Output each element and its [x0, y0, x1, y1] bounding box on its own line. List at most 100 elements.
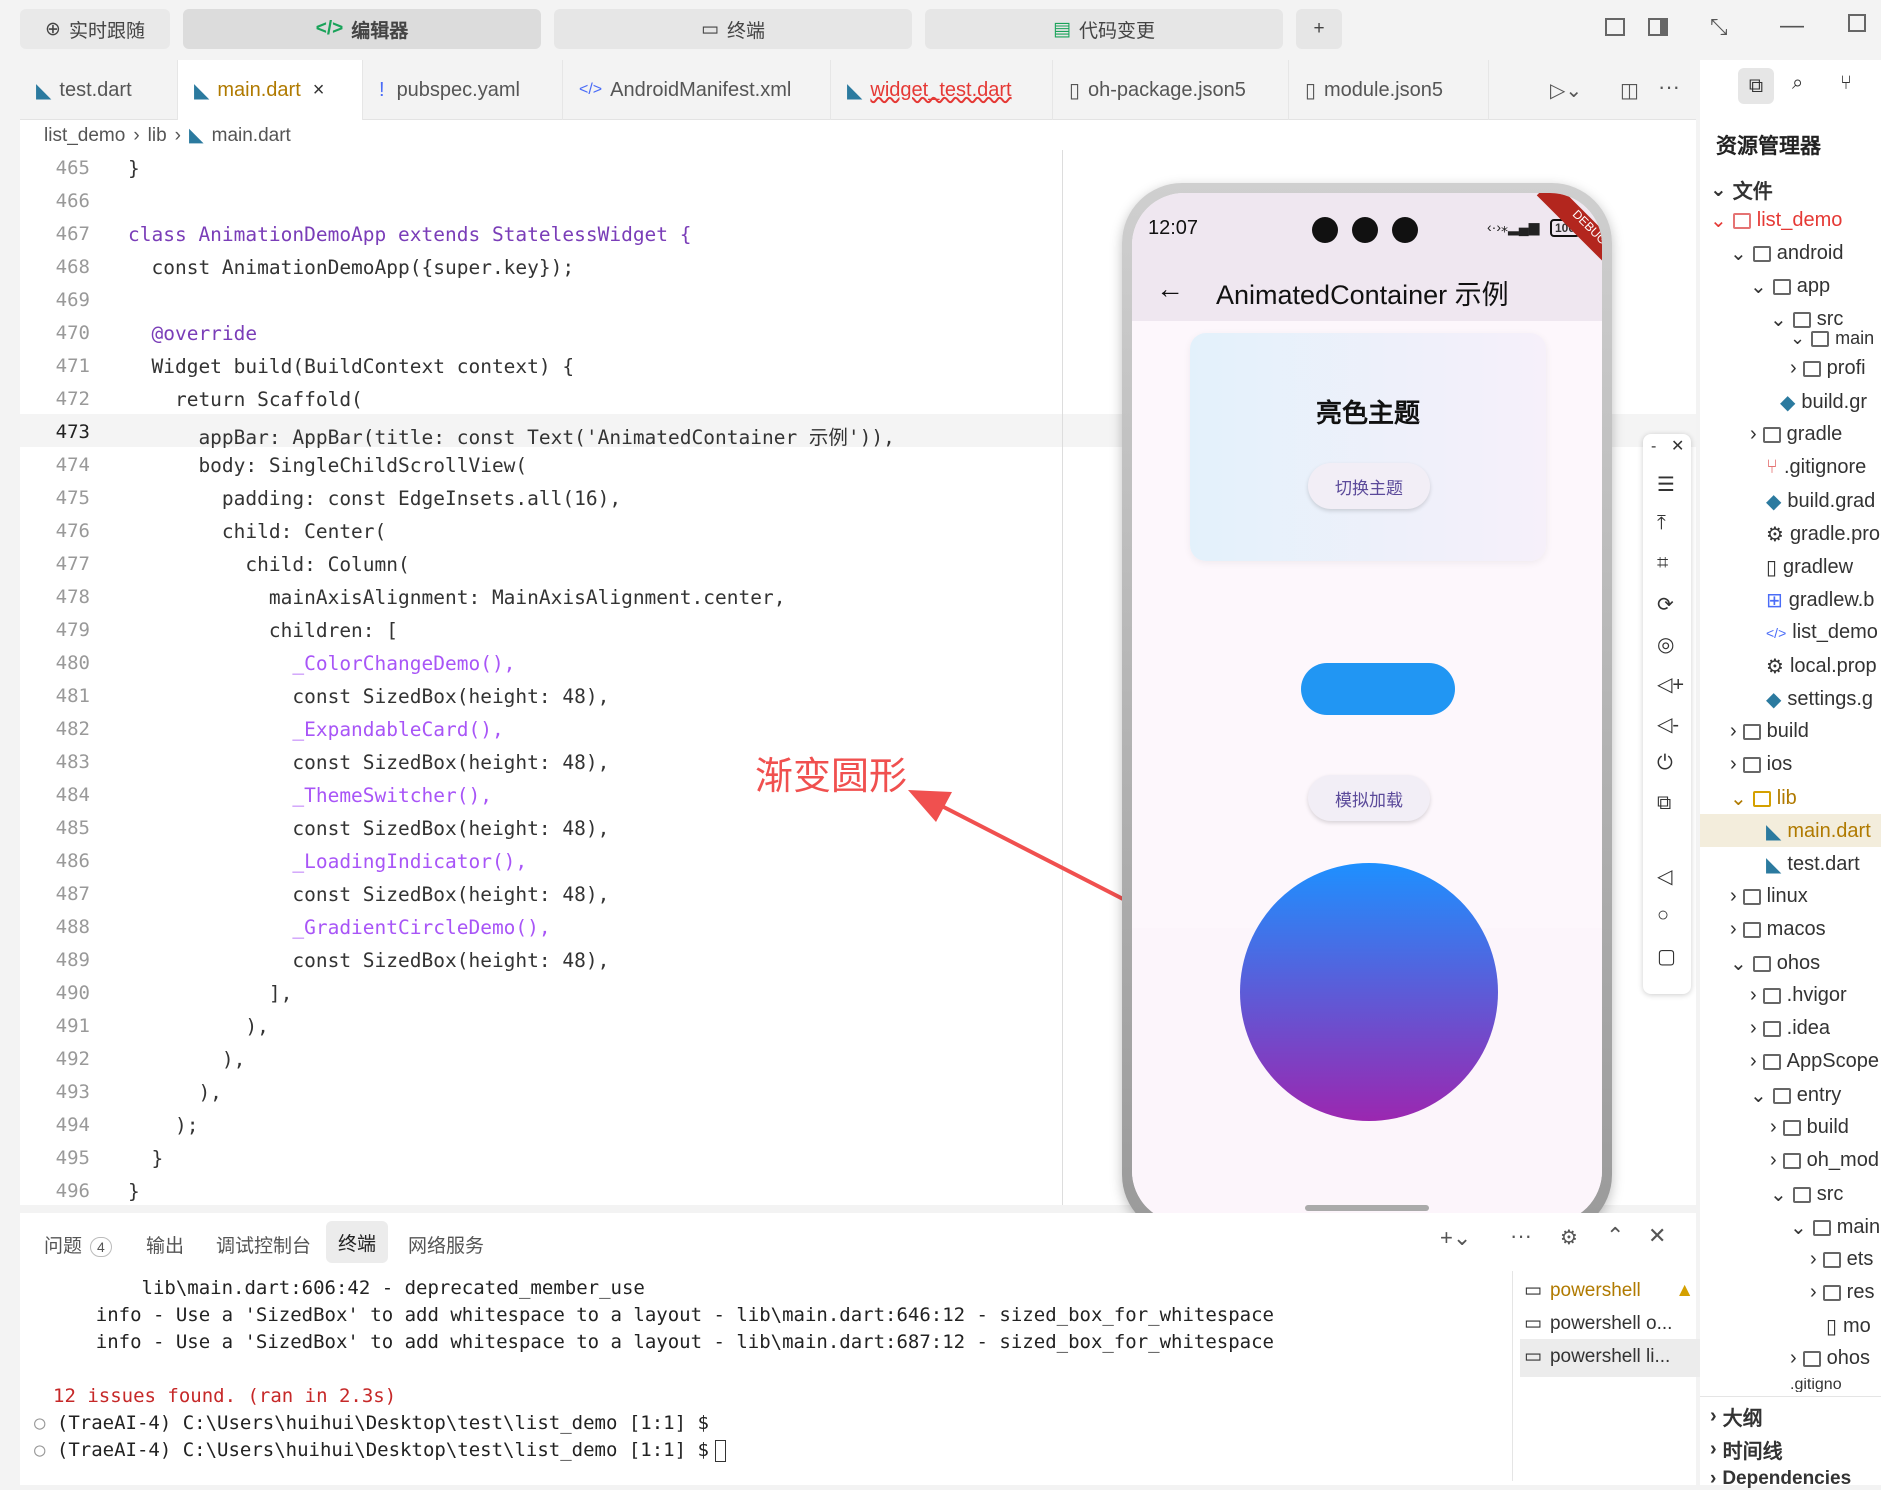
minimize-icon[interactable]: — — [1780, 12, 1804, 40]
more-icon[interactable]: ··· — [1510, 1223, 1532, 1249]
more-icon[interactable]: ··· — [1658, 74, 1680, 100]
tree-item[interactable]: › profi — [1790, 357, 1866, 380]
tree-item[interactable]: › build — [1770, 1116, 1849, 1139]
code-line: } — [128, 157, 140, 180]
tree-item[interactable]: ⌄ main — [1790, 328, 1874, 349]
tree-item[interactable]: › .idea — [1750, 1017, 1830, 1040]
tree-item[interactable]: ⌄ list_demo — [1710, 208, 1842, 233]
tab-android-manifest[interactable]: </> AndroidManifest.xml — [563, 60, 831, 120]
tab-output[interactable]: 输出 — [146, 1231, 184, 1258]
tree-item[interactable]: ◆ build.grad — [1766, 489, 1875, 514]
tab-pubspec[interactable]: ! pubspec.yaml — [363, 60, 563, 120]
close-icon[interactable]: ✕ — [1671, 436, 1684, 456]
tree-item[interactable]: › macos — [1730, 918, 1826, 941]
tree-item[interactable]: .gitigno — [1790, 1378, 1842, 1392]
switch-theme-button[interactable]: 切换主题 — [1308, 463, 1430, 509]
settings-icon[interactable]: ⚙ — [1560, 1225, 1578, 1250]
volume-up-icon[interactable]: ◁+ — [1657, 672, 1684, 697]
files-section[interactable]: ⌄ 文件 — [1710, 175, 1773, 204]
file-icon: ▯ — [1305, 79, 1317, 102]
tree-item[interactable]: ⊞ gradlew.b — [1766, 588, 1874, 613]
tab-terminal[interactable]: ▭ 终端 — [554, 9, 912, 49]
tab-network[interactable]: 网络服务 — [408, 1231, 484, 1258]
tree-item[interactable]: ⌄ entry — [1750, 1083, 1841, 1108]
tree-item-main-dart[interactable]: ◣ main.dart — [1766, 819, 1871, 844]
tree-item[interactable]: </> list_demo — [1766, 621, 1878, 644]
nav-recent-icon[interactable]: ▢ — [1657, 944, 1676, 969]
timeline-section[interactable]: › 时间线 — [1710, 1435, 1783, 1464]
tree-item[interactable]: ⚙ local.prop — [1766, 654, 1877, 679]
close-icon[interactable]: × — [313, 79, 325, 102]
tab-module-json[interactable]: ▯ module.json5 — [1289, 60, 1489, 120]
dependencies-section[interactable]: › Dependencies — [1710, 1468, 1851, 1490]
terminal-icon: ▭ — [1524, 1280, 1542, 1301]
new-terminal-icon[interactable]: +⌄ — [1440, 1225, 1471, 1251]
back-arrow-icon[interactable]: ← — [1156, 273, 1184, 305]
tree-item[interactable]: › AppScope — [1750, 1050, 1879, 1073]
nav-back-icon[interactable]: ◁ — [1657, 864, 1672, 889]
tree-item[interactable]: ⑂ .gitignore — [1766, 456, 1866, 479]
files-icon[interactable]: ⧉ — [1738, 68, 1774, 104]
session-powershell-3[interactable]: ▭ powershell li... — [1524, 1345, 1670, 1368]
split-editor-icon[interactable]: ◫ — [1620, 78, 1639, 103]
simulate-load-button[interactable]: 模拟加载 — [1308, 775, 1430, 821]
minimize-icon[interactable]: - — [1651, 438, 1656, 456]
tree-item[interactable]: ◆ build.gr — [1780, 390, 1867, 415]
top-toolbar: ⊕ 实时跟随 </> 编辑器 ▭ 终端 ▤ 代码变更 + ⤡ — — [0, 0, 1881, 58]
tree-item[interactable]: › ohos — [1790, 1347, 1870, 1370]
menu-icon[interactable]: ☰ — [1657, 472, 1675, 497]
tree-item[interactable]: ⌄ android — [1730, 241, 1843, 266]
tree-item[interactable]: › linux — [1730, 885, 1808, 908]
tab-terminal-panel[interactable]: 终端 — [326, 1221, 388, 1263]
tree-item[interactable]: ▯ mo — [1826, 1314, 1871, 1339]
tab-oh-package[interactable]: ▯ oh-package.json5 — [1053, 60, 1289, 120]
volume-down-icon[interactable]: ◁- — [1657, 712, 1679, 737]
tree-item[interactable]: › build — [1730, 720, 1809, 743]
pin-top-icon[interactable]: ⤒ — [1657, 512, 1666, 535]
power-icon[interactable]: ⏻ — [1657, 752, 1673, 775]
crop-icon[interactable]: ⌗ — [1657, 552, 1668, 575]
close-icon[interactable]: ✕ — [1648, 1223, 1666, 1249]
chevron-up-icon[interactable]: ⌃ — [1606, 1223, 1624, 1249]
tree-item[interactable]: ⚙ gradle.pro — [1766, 522, 1880, 547]
layout-sidebar-icon[interactable] — [1648, 18, 1668, 36]
tree-item[interactable]: › res — [1810, 1281, 1874, 1304]
tree-item[interactable]: › .hvigor — [1750, 984, 1847, 1007]
tab-main-dart[interactable]: ◣ main.dart × — [178, 60, 363, 120]
maximize-icon[interactable] — [1848, 14, 1866, 32]
tree-item[interactable]: ▯ gradlew — [1766, 555, 1853, 580]
screenshot-icon[interactable]: ⧉ — [1657, 792, 1671, 815]
collapse-icon[interactable]: ⤡ — [1710, 14, 1728, 40]
tab-editor[interactable]: </> 编辑器 — [183, 9, 541, 49]
outline-section[interactable]: › 大纲 — [1710, 1402, 1763, 1431]
tab-widget-test[interactable]: ◣ widget_test.dart — [831, 60, 1053, 120]
tab-changes[interactable]: ▤ 代码变更 — [925, 9, 1283, 49]
phone-screen[interactable]: 12:07 ‹·›⁎▂▄▆ 100 DEBUG ← AnimatedContai… — [1132, 193, 1602, 1223]
follow-button[interactable]: ⊕ 实时跟随 — [20, 9, 170, 49]
git-branch-icon[interactable]: ⑂ — [1840, 72, 1852, 95]
tree-item[interactable]: ⌄ ohos — [1730, 951, 1820, 976]
tree-item[interactable]: ◣ test.dart — [1766, 852, 1860, 877]
tree-item[interactable]: ⌄ app — [1750, 274, 1830, 299]
tree-item[interactable]: › oh_mod — [1770, 1149, 1879, 1172]
tab-test-dart[interactable]: ◣ test.dart — [20, 60, 178, 120]
tree-item[interactable]: › ios — [1730, 753, 1792, 776]
search-icon[interactable]: ⌕ — [1792, 72, 1803, 95]
session-powershell-2[interactable]: ▭ powershell o... — [1524, 1312, 1672, 1335]
tab-problems[interactable]: 问题 4 — [44, 1231, 112, 1258]
nav-home-icon[interactable]: ○ — [1657, 904, 1669, 927]
layout-panel-icon[interactable] — [1605, 18, 1625, 36]
add-tab-button[interactable]: + — [1296, 9, 1342, 49]
session-powershell-1[interactable]: ▭ powershell ▲ — [1524, 1279, 1694, 1302]
tree-item[interactable]: ⌄ src — [1770, 1182, 1843, 1207]
terminal-prompt[interactable]: ○ (TraeAI-4) C:\Users\huihui\Desktop\tes… — [34, 1439, 726, 1462]
rotate-icon[interactable]: ⟳ — [1657, 592, 1674, 617]
tree-item[interactable]: › gradle — [1750, 423, 1842, 446]
location-icon[interactable]: ◎ — [1657, 632, 1674, 657]
run-icon[interactable]: ▷⌄ — [1550, 78, 1582, 103]
tree-item[interactable]: ◆ settings.g — [1766, 687, 1873, 712]
tab-debug-console[interactable]: 调试控制台 — [216, 1231, 311, 1258]
tree-item[interactable]: ⌄ main — [1790, 1215, 1880, 1240]
tree-item[interactable]: ⌄ lib — [1730, 786, 1797, 811]
tree-item[interactable]: › ets — [1810, 1248, 1873, 1271]
